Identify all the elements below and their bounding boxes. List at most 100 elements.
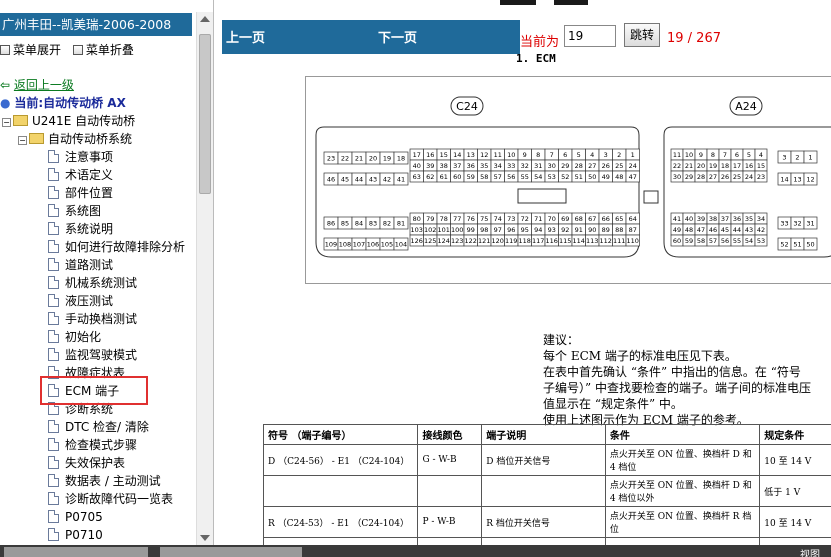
tree-item[interactable]: 失效保护表	[48, 454, 125, 472]
svg-text:6: 6	[563, 151, 567, 159]
svg-text:10: 10	[685, 151, 693, 159]
page-count: 19 / 267	[667, 31, 721, 46]
svg-text:97: 97	[494, 226, 502, 234]
current-label: 当前为	[520, 35, 560, 50]
tree-item[interactable]: 系统图	[48, 202, 101, 220]
svg-text:80: 80	[413, 215, 421, 223]
page-nav-bar: 上一页 下一页 当前为 跳转 19 / 267	[222, 20, 831, 54]
svg-text:17: 17	[733, 162, 741, 170]
collapse-toggle-icon[interactable]: −	[2, 118, 11, 127]
tree-item[interactable]: 手动换档测试	[48, 310, 137, 328]
svg-text:50: 50	[588, 173, 596, 181]
svg-text:63: 63	[413, 173, 421, 181]
svg-text:56: 56	[721, 237, 729, 245]
tree-item[interactable]: 检查模式步骤	[48, 436, 137, 454]
svg-text:55: 55	[733, 237, 741, 245]
svg-text:14: 14	[780, 175, 788, 183]
svg-text:25: 25	[615, 162, 623, 170]
tree-item[interactable]: 部件位置	[48, 184, 113, 202]
tree-item[interactable]: P0705	[48, 508, 103, 526]
svg-text:86: 86	[327, 219, 335, 227]
svg-text:12: 12	[480, 151, 488, 159]
svg-text:13: 13	[467, 151, 475, 159]
svg-text:111: 111	[613, 237, 625, 245]
table-cell: G - W-B	[417, 444, 483, 476]
tree-item[interactable]: 道路测试	[48, 256, 113, 274]
table-cell: P - W-B	[417, 506, 483, 538]
svg-text:106: 106	[367, 240, 379, 248]
document-icon	[48, 294, 59, 307]
document-icon	[48, 222, 59, 235]
table-cell: 10 至 14 V	[759, 506, 831, 538]
tree-item[interactable]: 术语定义	[48, 166, 113, 184]
tree-node-transaxle[interactable]: − U241E 自动传动桥	[2, 112, 135, 130]
svg-text:118: 118	[519, 237, 531, 245]
svg-text:90: 90	[588, 226, 596, 234]
tree-item[interactable]: 诊断故障代码一览表	[48, 490, 173, 508]
svg-text:18: 18	[397, 154, 405, 162]
connector-drawing: C24 A24 23 22 21 20 19 1846 45 44 43 42 4186 85 84 83…	[315, 96, 831, 258]
svg-text:70: 70	[548, 215, 556, 223]
tree-item[interactable]: 注意事项	[48, 148, 113, 166]
svg-text:47: 47	[697, 226, 705, 234]
tree-item-label: 部件位置	[65, 186, 114, 200]
svg-text:37: 37	[721, 215, 729, 223]
svg-text:54: 54	[534, 173, 542, 181]
svg-text:82: 82	[383, 219, 391, 227]
prev-page-link[interactable]: 上一页	[226, 27, 265, 46]
tree-item[interactable]: 数据表 / 主动测试	[48, 472, 161, 490]
table-cell: 点火开关至 ON 位置、换档杆 R 档位	[604, 506, 761, 538]
tree-node-system[interactable]: − 自动传动桥系统	[18, 130, 132, 148]
tree-item[interactable]: 系统说明	[48, 220, 113, 238]
document-icon	[48, 456, 59, 469]
table-header-cell: 条件	[604, 424, 761, 445]
scroll-up-icon[interactable]	[200, 16, 210, 22]
svg-text:39: 39	[697, 215, 705, 223]
svg-text:8: 8	[536, 151, 540, 159]
svg-text:43: 43	[745, 226, 753, 234]
svg-text:81: 81	[397, 219, 405, 227]
document-icon	[48, 438, 59, 451]
collapse-toggle-icon[interactable]: −	[18, 136, 27, 145]
tree-item[interactable]: 监视驾驶模式	[48, 346, 137, 364]
svg-text:5: 5	[747, 151, 751, 159]
scroll-down-icon[interactable]	[200, 535, 210, 541]
svg-text:60: 60	[673, 237, 681, 245]
svg-text:126: 126	[411, 237, 423, 245]
status-text: 视图	[800, 550, 820, 557]
jump-button[interactable]: 跳转	[624, 23, 660, 47]
taskbar-tab[interactable]	[160, 547, 302, 557]
svg-text:116: 116	[546, 237, 558, 245]
window-title: 广州丰田--凯美瑞-2006-2008	[0, 13, 192, 36]
document-icon	[48, 420, 59, 433]
svg-text:69: 69	[561, 215, 569, 223]
next-page-link[interactable]: 下一页	[378, 27, 417, 46]
tree-item[interactable]: 如何进行故障排除分析	[48, 238, 185, 256]
tree-item[interactable]: 初始化	[48, 328, 101, 346]
svg-text:100: 100	[451, 226, 463, 234]
folder-icon	[13, 115, 28, 126]
tree-item[interactable]: 机械系统测试	[48, 274, 137, 292]
tree-item[interactable]: P0710	[48, 526, 103, 544]
svg-text:22: 22	[341, 154, 349, 162]
tree-item[interactable]: 液压测试	[48, 292, 113, 310]
svg-text:32: 32	[793, 219, 801, 227]
svg-text:57: 57	[709, 237, 717, 245]
svg-text:124: 124	[438, 237, 450, 245]
menu-collapse[interactable]: 菜单折叠	[72, 41, 134, 58]
svg-text:16: 16	[745, 162, 753, 170]
page-input[interactable]	[564, 25, 616, 47]
left-scrollbar[interactable]	[196, 12, 213, 545]
svg-text:89: 89	[602, 226, 610, 234]
svg-text:15: 15	[440, 151, 448, 159]
scroll-thumb[interactable]	[199, 34, 211, 194]
document-icon	[48, 312, 59, 325]
tree-item[interactable]: DTC 检查/ 清除	[48, 418, 149, 436]
svg-text:112: 112	[600, 237, 612, 245]
svg-text:76: 76	[467, 215, 475, 223]
menu-expand[interactable]: 菜单展开	[0, 41, 61, 58]
back-link[interactable]: ⇦ 返回上一级	[0, 76, 74, 94]
taskbar-tab[interactable]	[4, 547, 148, 557]
status-bar: 视图	[0, 545, 831, 557]
svg-text:114: 114	[573, 237, 585, 245]
